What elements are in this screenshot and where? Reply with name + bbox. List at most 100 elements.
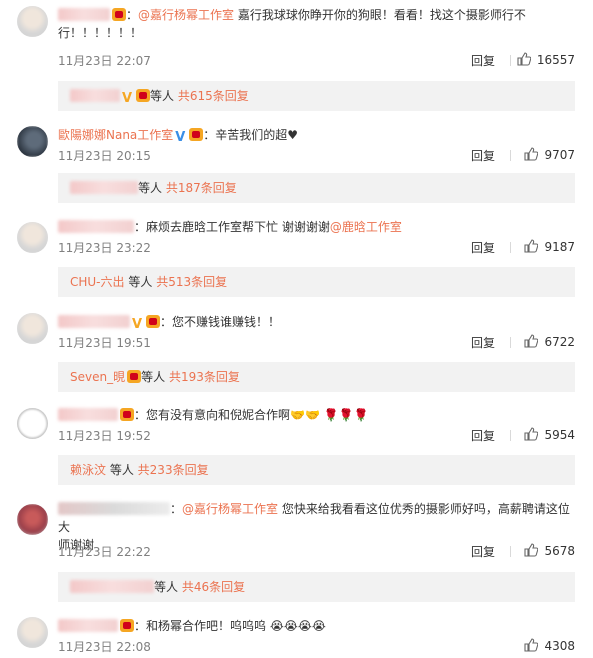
sub-replies[interactable]: 等人 共187条回复 xyxy=(58,173,575,203)
thumbs-up-icon xyxy=(517,52,531,66)
like-button[interactable]: 5954 xyxy=(524,427,575,442)
sub-reply-count[interactable]: 共187条回复 xyxy=(166,181,237,195)
thumbs-up-icon xyxy=(524,638,539,652)
comment-meta: 11月23日 20:15 回复 9707 xyxy=(58,147,575,165)
comment-meta: 11月23日 19:51 回复 6722 xyxy=(58,334,575,352)
sub-replies[interactable]: V 等人 共615条回复 xyxy=(58,81,575,111)
vip-badge-icon xyxy=(189,128,204,141)
sub-reply-count[interactable]: 共233条回复 xyxy=(138,463,209,477)
username[interactable]: 歐陽娜娜Nana工作室 xyxy=(58,128,173,142)
sub-reply-count[interactable]: 共513条回复 xyxy=(156,275,227,289)
sub-user-masked xyxy=(70,181,138,194)
rose-icon: 🌹🌹🌹 xyxy=(319,408,369,422)
timestamp: 11月23日 22:07 xyxy=(58,54,151,68)
timestamp: 11月23日 22:22 xyxy=(58,545,151,559)
comment-text: ：麻烦去鹿晗工作室帮下忙 谢谢谢谢 xyxy=(134,220,330,234)
comment-text: ：辛苦我们的超♥ xyxy=(203,128,299,142)
sub-user-masked xyxy=(70,580,154,593)
verified-icon: V xyxy=(175,130,186,145)
comment-meta: 11月23日 23:22 回复 9187 xyxy=(58,239,575,257)
sub-replies[interactable]: Seven_晛 等人 共193条回复 xyxy=(58,362,575,392)
comment-meta: 11月23日 22:08 4308 xyxy=(58,638,575,656)
like-button[interactable]: 9707 xyxy=(524,147,575,162)
timestamp: 11月23日 22:08 xyxy=(58,640,151,654)
reply-button[interactable]: 回复 xyxy=(471,427,495,444)
avatar[interactable] xyxy=(17,313,48,344)
timestamp: 11月23日 19:51 xyxy=(58,336,151,350)
like-count: 6722 xyxy=(544,335,575,349)
vip-badge-icon xyxy=(127,370,142,383)
sub-reply-count[interactable]: 共193条回复 xyxy=(169,370,240,384)
sub-user-masked xyxy=(70,89,120,102)
thumbs-up-icon xyxy=(524,427,539,441)
like-button[interactable]: 4308 xyxy=(524,638,575,653)
verified-icon: V xyxy=(132,317,143,332)
like-button[interactable]: 6722 xyxy=(524,334,575,349)
divider xyxy=(510,546,511,557)
comment-separator: ： xyxy=(170,502,183,516)
mention-link[interactable]: @嘉行杨幂工作室 xyxy=(138,8,234,22)
reply-button[interactable]: 回复 xyxy=(471,543,495,560)
thumbs-up-icon xyxy=(524,543,539,557)
sub-user[interactable]: 赖泳汶 xyxy=(70,463,106,477)
sub-user[interactable]: Seven_晛 xyxy=(70,370,125,384)
comment-text-cont: 行！！！！！！ xyxy=(58,26,143,40)
thumbs-up-icon xyxy=(524,147,539,161)
sub-replies[interactable]: 赖泳汶 等人 共233条回复 xyxy=(58,455,575,485)
avatar[interactable] xyxy=(17,408,48,439)
vip-badge-icon xyxy=(112,8,126,21)
timestamp: 11月23日 19:52 xyxy=(58,429,151,443)
username-masked[interactable] xyxy=(58,619,118,632)
comment-meta: 11月23日 22:22 回复 5678 xyxy=(58,543,575,561)
like-button[interactable]: 9187 xyxy=(524,239,575,254)
reply-button[interactable]: 回复 xyxy=(471,52,495,69)
comment-text: ：和杨幂合作吧！呜呜呜 xyxy=(134,619,267,633)
username-masked[interactable] xyxy=(58,220,134,233)
thumbs-up-icon xyxy=(524,334,539,348)
avatar[interactable] xyxy=(17,504,48,535)
handshake-icon: 🤝🤝 xyxy=(290,408,320,422)
sub-replies[interactable]: CHU-六出 等人 共513条回复 xyxy=(58,267,575,297)
reply-button[interactable]: 回复 xyxy=(471,334,495,351)
like-button[interactable]: 5678 xyxy=(524,543,575,558)
username-masked[interactable] xyxy=(58,315,130,328)
like-count: 5678 xyxy=(544,544,575,558)
comment-meta: 11月23日 19:52 回复 5954 xyxy=(58,427,575,445)
comment-feed: ：@嘉行杨幂工作室 嘉行我球球你睁开你的狗眼！看看！找这个摄影师行不 行！！！！… xyxy=(0,0,593,658)
like-count: 9187 xyxy=(544,240,575,254)
avatar[interactable] xyxy=(17,222,48,253)
divider xyxy=(510,150,511,161)
divider xyxy=(510,55,511,66)
sub-replies[interactable]: 等人 共46条回复 xyxy=(58,572,575,602)
divider xyxy=(510,242,511,253)
sub-suffix: 等人 xyxy=(124,275,153,289)
like-count: 4308 xyxy=(544,639,575,653)
mention-link[interactable]: @嘉行杨幂工作室 xyxy=(182,502,278,516)
thumbs-up-icon xyxy=(524,239,539,253)
crying-emoji-icon: 😭😭😭😭 xyxy=(266,619,326,633)
vip-badge-icon xyxy=(146,315,160,328)
vip-badge-icon xyxy=(120,619,134,632)
username-masked[interactable] xyxy=(58,408,118,421)
comment-text: ：您有没有意向和倪妮合作啊 xyxy=(134,408,291,422)
like-button[interactable]: 16557 xyxy=(517,52,575,67)
comment-meta: 11月23日 22:07 回复 16557 xyxy=(58,52,575,70)
username-masked[interactable] xyxy=(58,8,110,21)
avatar[interactable] xyxy=(17,126,48,157)
comment-text: ：您不赚钱谁赚钱！！ xyxy=(160,315,281,329)
reply-button[interactable]: 回复 xyxy=(471,147,495,164)
sub-reply-count[interactable]: 共46条回复 xyxy=(182,580,245,594)
sub-user[interactable]: CHU-六出 xyxy=(70,275,125,289)
divider xyxy=(510,430,511,441)
sub-suffix: 等人 xyxy=(141,370,166,384)
sub-reply-count[interactable]: 共615条回复 xyxy=(178,89,249,103)
username-masked[interactable] xyxy=(58,502,170,515)
avatar[interactable] xyxy=(17,6,48,37)
avatar[interactable] xyxy=(17,617,48,648)
divider xyxy=(510,337,511,348)
sub-suffix: 等人 xyxy=(150,89,175,103)
reply-button[interactable]: 回复 xyxy=(471,239,495,256)
mention-link[interactable]: @鹿晗工作室 xyxy=(330,220,402,234)
sub-suffix: 等人 xyxy=(106,463,134,477)
timestamp: 11月23日 23:22 xyxy=(58,241,151,255)
